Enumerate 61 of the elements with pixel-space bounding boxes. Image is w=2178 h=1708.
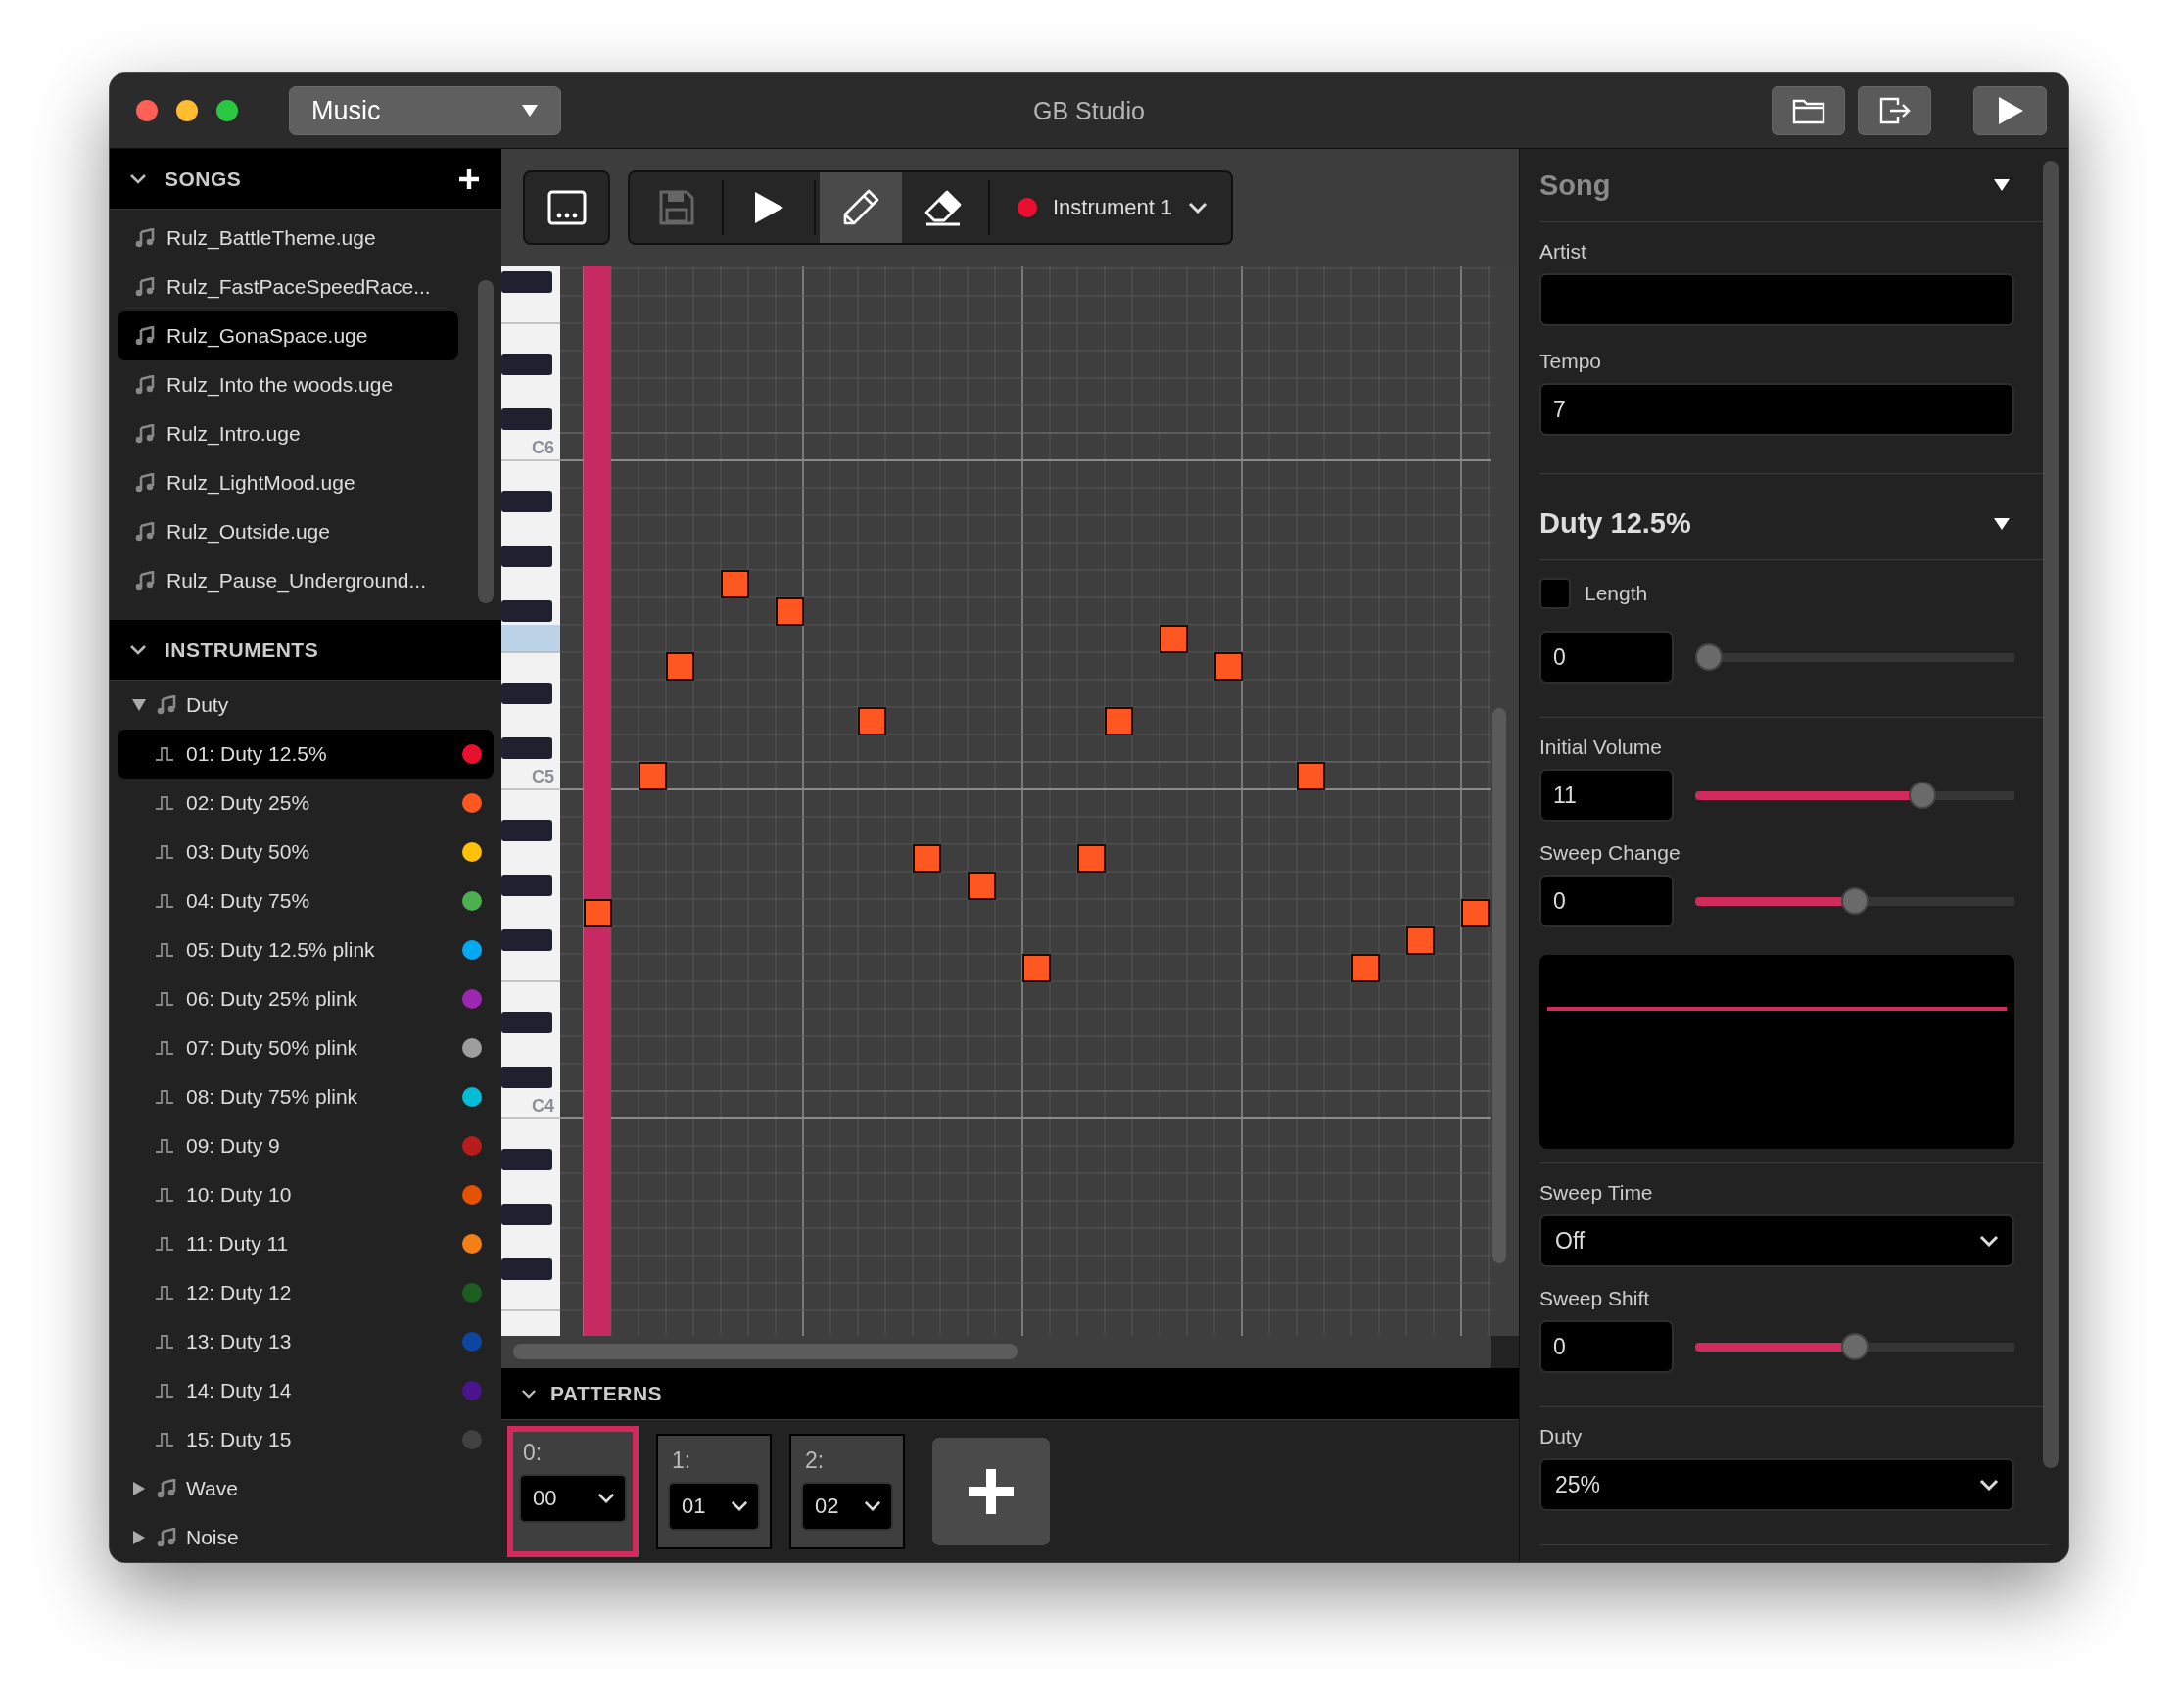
instrument-item[interactable]: 09: Duty 9	[118, 1121, 494, 1170]
field-label: Sweep Shift	[1539, 1287, 1651, 1310]
instrument-dropdown[interactable]: Instrument 1	[994, 172, 1226, 243]
instrument-item[interactable]: 07: Duty 50% plink	[118, 1023, 494, 1072]
instrument-item[interactable]: 03: Duty 50%	[118, 828, 494, 877]
field-label: Artist	[1539, 240, 1587, 263]
window-title: GB Studio	[1033, 96, 1145, 125]
instrument-item[interactable]: 01: Duty 12.5%	[118, 730, 494, 779]
pattern-label: 2:	[804, 1447, 826, 1474]
field-label: Sweep Change	[1539, 841, 1681, 865]
key-label: C6	[532, 438, 554, 457]
pattern-card[interactable]: 2: 02	[789, 1433, 905, 1549]
field-label: Initial Volume	[1539, 735, 1663, 759]
pattern-label: 0:	[522, 1439, 544, 1466]
instrument-item[interactable]: 13: Duty 13	[118, 1317, 494, 1366]
key-label: C5	[532, 767, 554, 786]
pattern-select[interactable]: 01	[668, 1481, 760, 1531]
field-label: Sweep Time	[1539, 1181, 1654, 1205]
checkbox-label: Length	[1585, 582, 1648, 605]
key-label: C4	[532, 1096, 554, 1115]
section-title: INSTRUMENTS	[165, 638, 319, 662]
number-field[interactable]: 0	[1539, 1320, 1674, 1373]
instrument-group[interactable]: Duty	[118, 681, 494, 730]
song-item[interactable]: Rulz_GonaSpace.uge	[118, 311, 458, 360]
song-item[interactable]: Rulz_LightMood.uge	[118, 458, 458, 507]
song-item[interactable]: Rulz_BattleTheme.uge	[118, 214, 458, 262]
song-item[interactable]: Rulz_Intro.uge	[118, 409, 458, 458]
instrument-item[interactable]: 04: Duty 75%	[118, 877, 494, 925]
instrument-item[interactable]: 11: Duty 11	[118, 1219, 494, 1268]
song-item[interactable]: Rulz_Outside.uge	[118, 507, 458, 556]
number-field[interactable]: 0	[1539, 631, 1674, 684]
instrument-item[interactable]: 08: Duty 75% plink	[118, 1072, 494, 1121]
instrument-item[interactable]: 10: Duty 10	[118, 1170, 494, 1219]
field-label: Tempo	[1539, 350, 1603, 373]
instrument-item[interactable]: 14: Duty 14	[118, 1366, 494, 1415]
instrument-item[interactable]: 05: Duty 12.5% plink	[118, 925, 494, 974]
select-field[interactable]: Off	[1539, 1214, 2014, 1267]
pattern-card[interactable]: 1: 01	[656, 1433, 772, 1549]
pattern-select[interactable]: 00	[519, 1473, 627, 1523]
instrument-item[interactable]: 12: Duty 12	[118, 1268, 494, 1317]
pattern-select[interactable]: 02	[801, 1481, 893, 1531]
pattern-label: 1:	[671, 1447, 692, 1474]
field-label: Duty	[1539, 1425, 1584, 1448]
number-field[interactable]: 0	[1539, 875, 1674, 927]
instrument-item[interactable]: 15: Duty 15	[118, 1415, 494, 1464]
panel-title: Song	[1539, 168, 1611, 202]
input-field[interactable]: 7	[1539, 383, 2014, 436]
section-dropdown[interactable]: Music	[289, 86, 561, 135]
number-field[interactable]: 11	[1539, 769, 1674, 822]
pattern-card[interactable]: 0: 00	[507, 1425, 639, 1557]
song-item[interactable]: Rulz_Pause_Underground...	[118, 556, 458, 605]
section-title: PATTERNS	[550, 1382, 663, 1405]
instrument-group[interactable]: Wave	[118, 1464, 494, 1513]
song-item[interactable]: Rulz_Into the woods.uge	[118, 360, 458, 409]
instrument-item[interactable]: 02: Duty 25%	[118, 779, 494, 828]
instrument-group[interactable]: Noise	[118, 1513, 494, 1562]
instrument-item[interactable]: 06: Duty 25% plink	[118, 974, 494, 1023]
panel-title: Duty 12.5%	[1539, 507, 1691, 540]
section-title: SONGS	[165, 166, 242, 191]
select-field[interactable]: 25%	[1539, 1458, 2014, 1511]
song-item[interactable]: Rulz_FastPaceSpeedRace...	[118, 262, 458, 311]
